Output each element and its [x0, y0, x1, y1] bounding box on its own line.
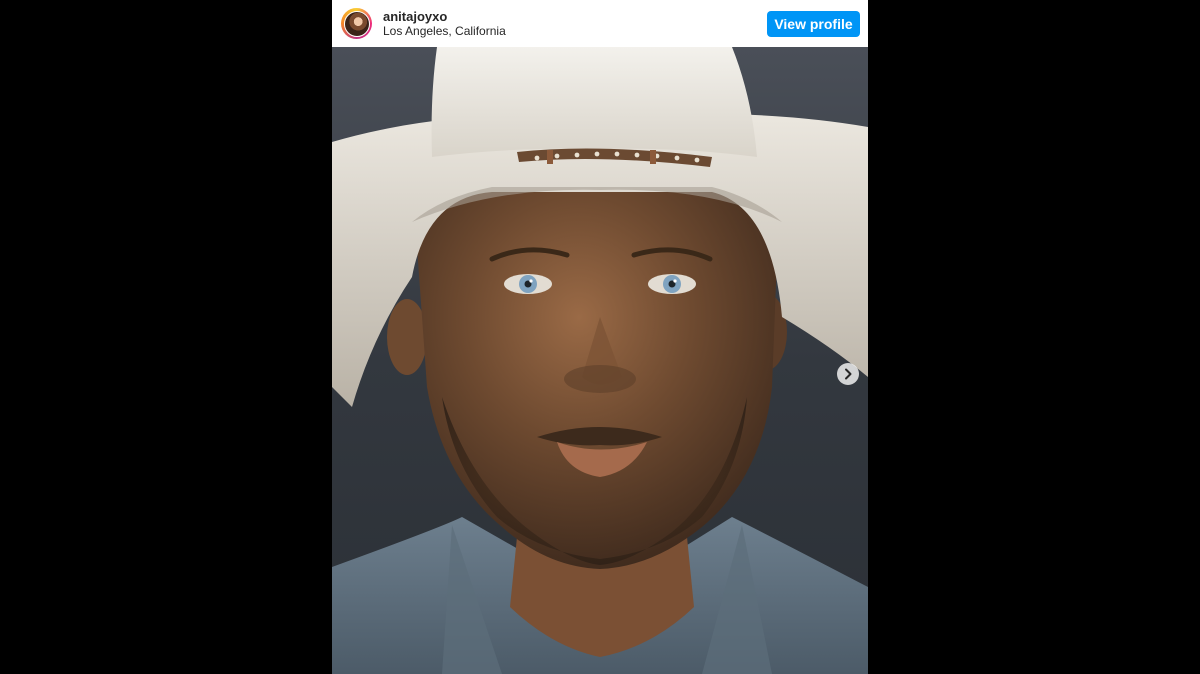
location-link[interactable]: Los Angeles, California — [383, 24, 767, 39]
username-link[interactable]: anitajoyxo — [383, 9, 767, 24]
post-photo[interactable] — [332, 47, 868, 674]
post-header: anitajoyxo Los Angeles, California View … — [332, 0, 868, 47]
instagram-embed: anitajoyxo Los Angeles, California View … — [332, 0, 868, 674]
page-background: anitajoyxo Los Angeles, California View … — [0, 0, 1200, 674]
chevron-right-icon — [845, 368, 852, 380]
view-profile-button[interactable]: View profile — [767, 10, 860, 37]
avatar[interactable] — [341, 8, 372, 39]
portrait-image — [332, 47, 868, 674]
account-info: anitajoyxo Los Angeles, California — [383, 9, 767, 39]
profile-picture — [343, 10, 370, 37]
next-photo-button[interactable] — [837, 363, 859, 385]
